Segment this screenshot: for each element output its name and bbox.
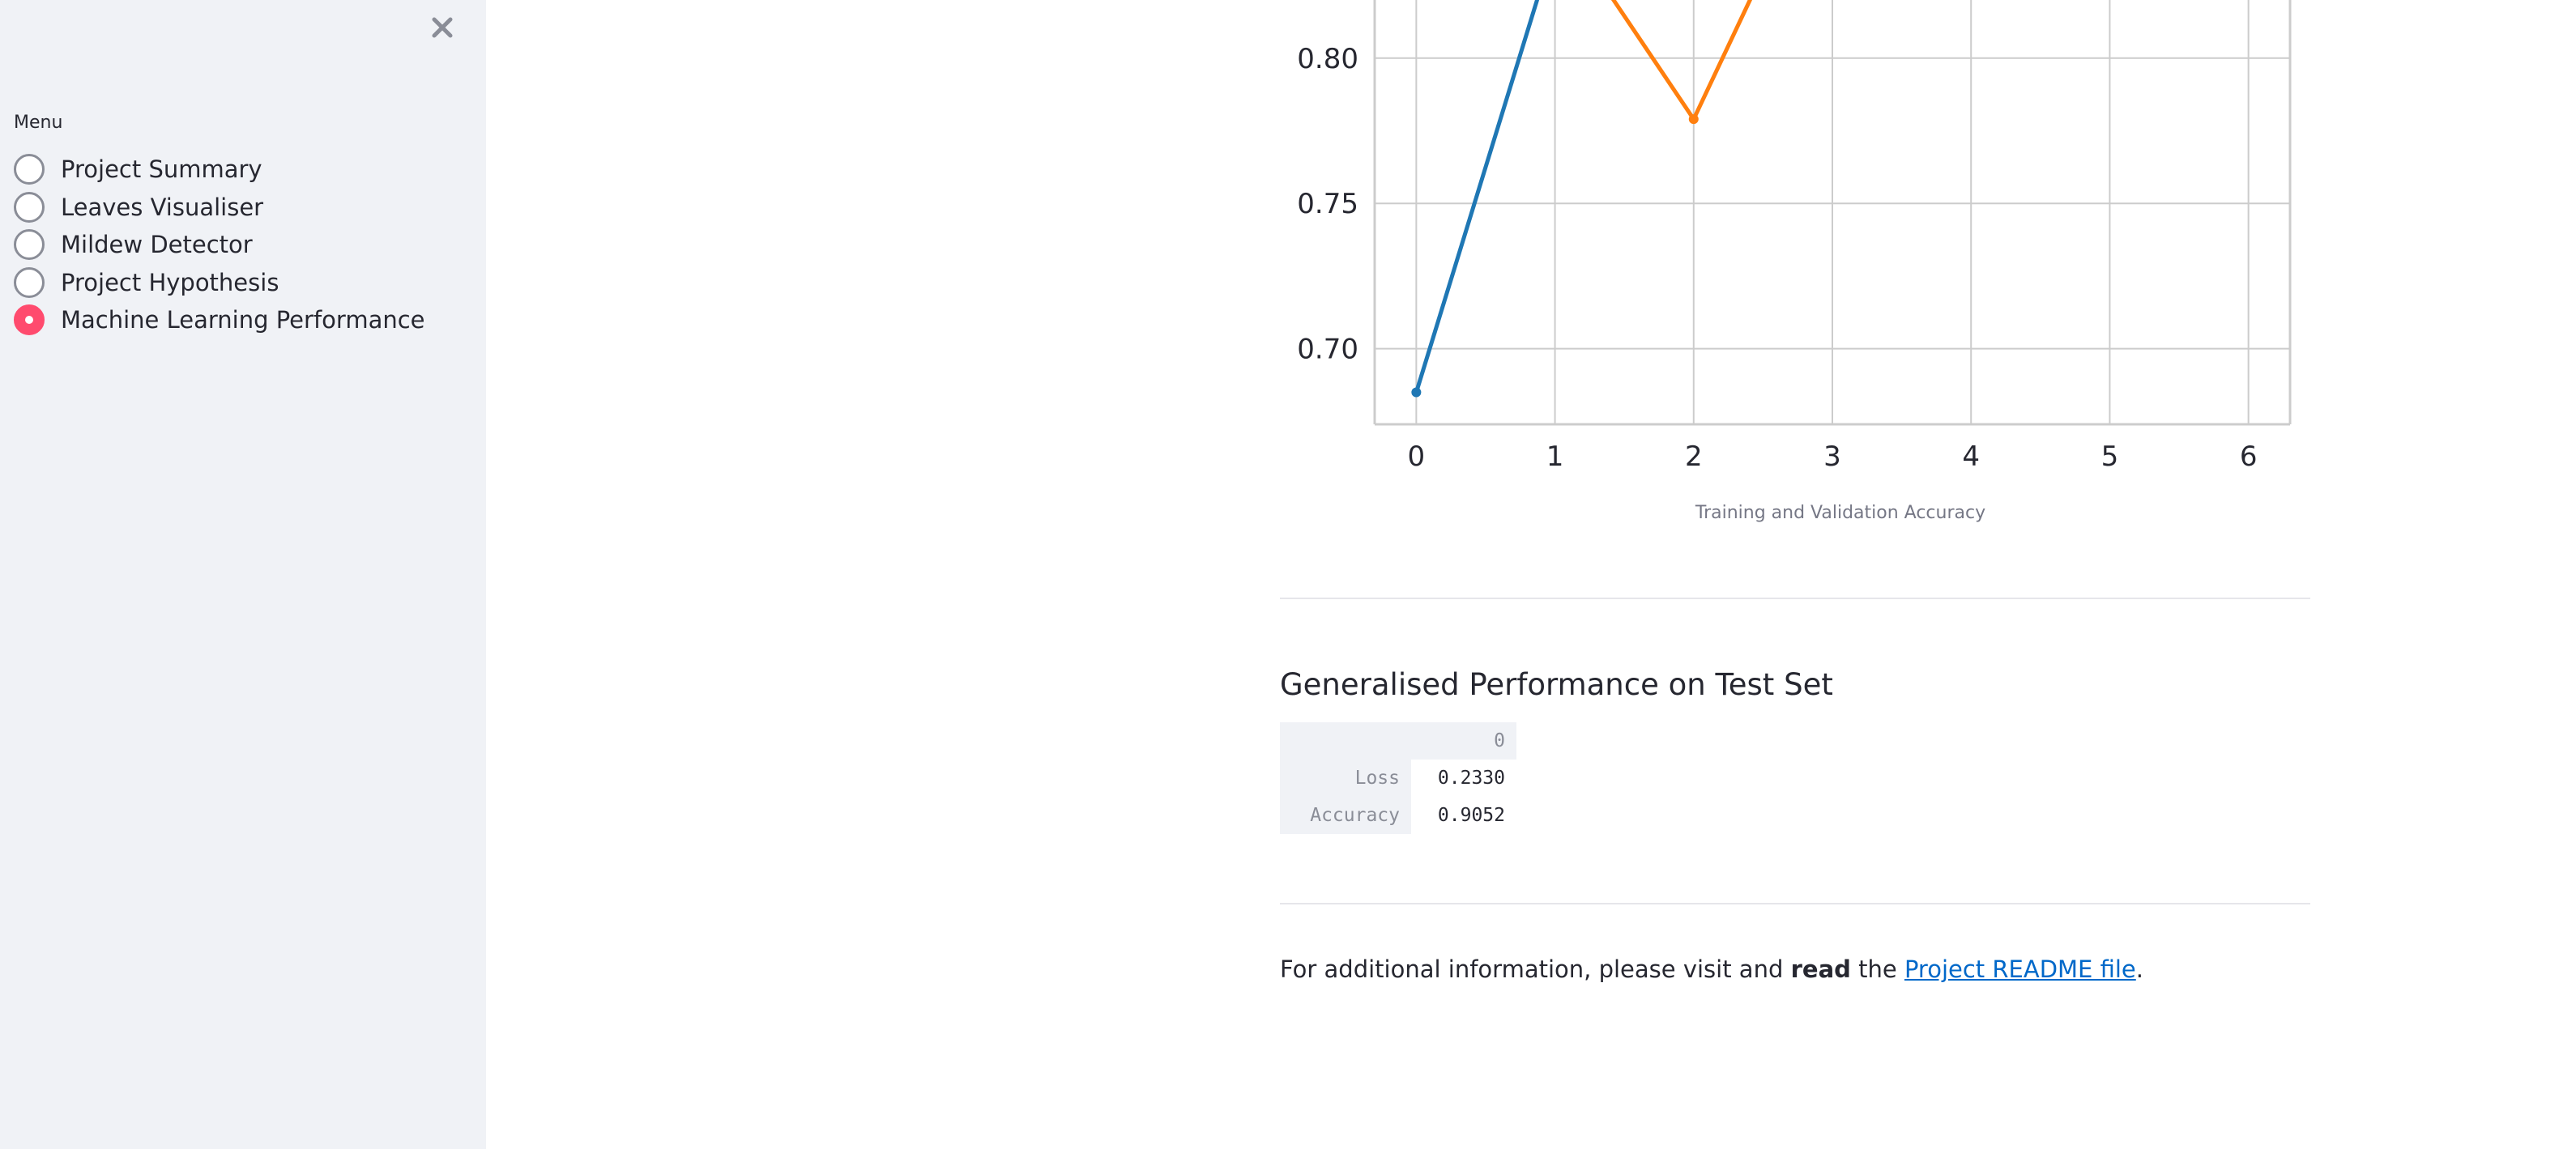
table-row-index: Accuracy <box>1280 797 1411 834</box>
radio-button[interactable] <box>14 191 45 223</box>
menu-item-label: Machine Learning Performance <box>61 306 425 334</box>
table-column-header: 0 <box>1411 722 1516 760</box>
menu-item-mildew-detector[interactable]: Mildew Detector <box>14 226 425 264</box>
menu-item-project-hypothesis[interactable]: Project Hypothesis <box>14 264 425 302</box>
x-tick-label: 5 <box>2101 440 2119 473</box>
sidebar: Menu Project Summary Leaves Visualiser M… <box>0 0 486 1149</box>
test-set-table: 0 Loss 0.2330 Accuracy 0.9052 <box>1280 722 1516 834</box>
x-tick-label: 2 <box>1685 440 1703 473</box>
table-cell: 0.2330 <box>1411 760 1516 797</box>
table-row-index: Loss <box>1280 760 1411 797</box>
radio-button[interactable] <box>14 229 45 261</box>
menu-radio-group: Project Summary Leaves Visualiser Mildew… <box>14 151 425 339</box>
series-point <box>1411 387 1422 398</box>
footer-middle: the <box>1850 955 1904 983</box>
menu-item-label: Project Hypothesis <box>61 268 279 296</box>
footer-suffix: . <box>2135 955 2143 983</box>
x-tick-label: 3 <box>1823 440 1841 473</box>
table-corner <box>1280 722 1411 760</box>
radio-button-selected[interactable] <box>14 304 45 336</box>
divider <box>1280 903 2310 904</box>
y-tick-label: 0.80 <box>1297 43 1358 75</box>
chart-title: Training and Validation Accuracy <box>1695 503 1985 523</box>
menu-item-label: Project Summary <box>61 155 262 184</box>
radio-button[interactable] <box>14 266 45 298</box>
footer-text: For additional information, please visit… <box>1280 955 2143 983</box>
close-icon <box>432 17 453 38</box>
menu-item-label: Leaves Visualiser <box>61 193 264 221</box>
y-tick-label: 0.75 <box>1297 188 1358 220</box>
radio-button[interactable] <box>14 154 45 185</box>
x-tick-label: 6 <box>2240 440 2258 473</box>
menu-item-leaves-visualiser[interactable]: Leaves Visualiser <box>14 189 425 227</box>
table-row: Accuracy 0.9052 <box>1280 797 1516 834</box>
y-tick-label: 0.70 <box>1297 334 1358 366</box>
table-row: Loss 0.2330 <box>1280 760 1516 797</box>
table-header-row: 0 <box>1280 722 1516 760</box>
accuracy-chart: 0 1 2 3 4 5 6 0.70 0.75 0.80 Training and Validati… <box>1272 0 2325 543</box>
menu-item-label: Mildew Detector <box>61 231 253 259</box>
footer-prefix: For additional information, please visit… <box>1280 955 1791 983</box>
menu-item-project-summary[interactable]: Project Summary <box>14 151 425 189</box>
close-sidebar-button[interactable] <box>426 11 458 44</box>
section-title: Generalised Performance on Test Set <box>1280 667 1833 702</box>
table-cell: 0.9052 <box>1411 797 1516 834</box>
footer-bold: read <box>1790 955 1851 983</box>
divider <box>1280 598 2310 599</box>
menu-item-ml-performance[interactable]: Machine Learning Performance <box>14 301 425 339</box>
x-tick-label: 4 <box>1962 440 1980 473</box>
readme-link[interactable]: Project README file <box>1904 955 2136 983</box>
x-tick-label: 0 <box>1408 440 1426 473</box>
menu-label: Menu <box>14 113 63 133</box>
accuracy-chart-svg: 0 1 2 3 4 5 6 0.70 0.75 0.80 Training and Validati… <box>1297 0 2292 523</box>
x-tick-label: 1 <box>1546 440 1564 473</box>
series-point <box>1688 114 1699 125</box>
